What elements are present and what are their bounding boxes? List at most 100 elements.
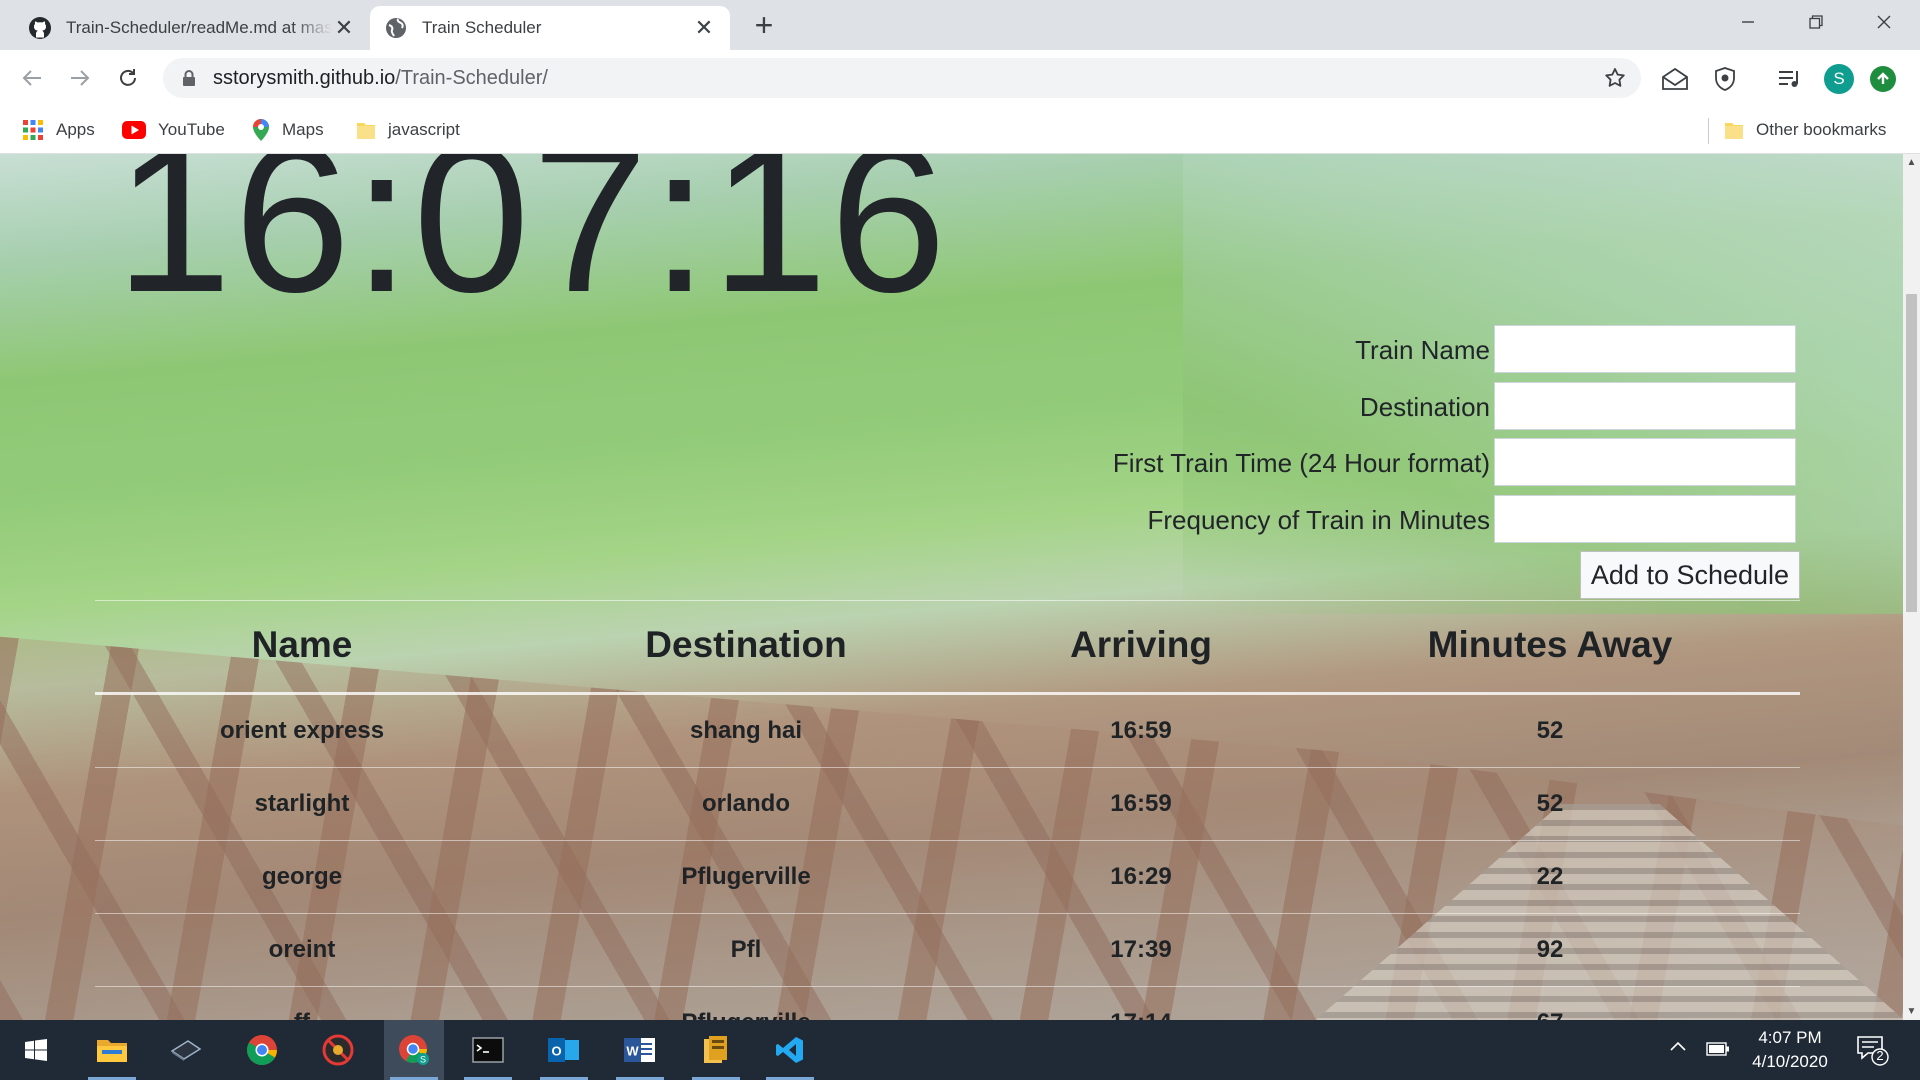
destination-input[interactable] <box>1494 382 1796 430</box>
new-tab-button[interactable]: + <box>748 9 780 42</box>
forward-arrow-icon[interactable] <box>62 60 98 96</box>
scrollbar-thumb[interactable] <box>1906 294 1917 612</box>
bookmark-apps[interactable]: Apps <box>22 116 95 144</box>
table-row: …ff… Pflugerville 17:14 67 <box>95 987 1800 1020</box>
cell-arriving: 16:29 <box>1110 863 1172 890</box>
cell-arriving: 17:39 <box>1110 936 1172 963</box>
svg-text:W: W <box>626 1044 639 1059</box>
cell-minutes-away: 52 <box>1536 717 1564 744</box>
frequency-row: Frequency of Train in Minutes <box>1000 495 1800 543</box>
reload-icon[interactable] <box>110 60 146 96</box>
column-header-arriving: Arriving <box>1070 624 1212 665</box>
cell-minutes-away: 22 <box>1536 863 1564 890</box>
url-host: sstorysmith.github.io <box>213 67 396 89</box>
cell-destination: Pflugerville <box>681 863 811 890</box>
chrome-profile-icon[interactable]: S <box>384 1020 444 1080</box>
vscode-icon[interactable] <box>760 1020 820 1080</box>
tab-train-scheduler[interactable]: Train Scheduler ✕ <box>370 6 730 50</box>
tab-github-readme[interactable]: Train-Scheduler/readMe.md at master ✕ <box>14 6 370 50</box>
bookmarks-bar: Apps YouTube Maps javascript Other bookm… <box>0 106 1920 154</box>
folder-icon <box>1724 120 1744 140</box>
chrome-icon[interactable] <box>232 1020 292 1080</box>
train-name-label: Train Name <box>1355 335 1490 365</box>
media-queue-icon[interactable] <box>1775 64 1805 94</box>
action-center-icon[interactable]: 2 <box>1856 1034 1890 1071</box>
browser-toolbar: sstorysmith.github.io/Train-Scheduler/ S <box>0 50 1920 106</box>
windows-start-icon[interactable] <box>6 1020 66 1080</box>
mail-extension-icon[interactable] <box>1660 64 1690 94</box>
table-row: starlight orlando 16:59 52 <box>95 768 1800 841</box>
profile-avatar[interactable]: S <box>1824 64 1854 94</box>
frequency-input[interactable] <box>1494 495 1796 543</box>
train-name-input[interactable] <box>1494 325 1796 373</box>
cell-arriving: 17:14 <box>1110 1009 1171 1020</box>
table-row: orient express shang hai 16:59 52 <box>95 695 1800 768</box>
close-window-icon[interactable] <box>1850 0 1918 44</box>
back-arrow-icon[interactable] <box>14 60 50 96</box>
bookmark-youtube[interactable]: YouTube <box>122 116 225 144</box>
battery-icon[interactable] <box>1706 1042 1730 1061</box>
globe-icon <box>384 16 408 40</box>
github-icon <box>28 16 52 40</box>
file-explorer-icon[interactable] <box>82 1020 142 1080</box>
cell-minutes-away: 92 <box>1536 936 1564 963</box>
cell-name: …ff… <box>270 1009 334 1020</box>
page-viewport: 16:07:16 Train Name Destination First Tr… <box>0 154 1903 1020</box>
cell-name: oreint <box>268 936 336 963</box>
first-train-time-label: First Train Time (24 Hour format) <box>1112 448 1490 478</box>
cell-minutes-away: 52 <box>1536 790 1564 817</box>
frequency-label: Frequency of Train in Minutes <box>1147 505 1491 535</box>
svg-text:O: O <box>551 1044 561 1059</box>
archive-app-icon[interactable] <box>686 1020 746 1080</box>
taskbar-clock[interactable]: 4:07 PM 4/10/2020 <box>1735 1026 1845 1074</box>
minimize-icon[interactable] <box>1714 0 1782 44</box>
destination-row: Destination <box>1000 382 1800 430</box>
table-top-border <box>95 600 1800 601</box>
tab-strip: Train-Scheduler/readMe.md at master ✕ Tr… <box>0 0 1920 50</box>
tab-close-icon[interactable]: ✕ <box>332 15 356 40</box>
tab-title: Train Scheduler <box>422 18 542 37</box>
tab-title: Train-Scheduler/readMe.md at master <box>66 18 332 37</box>
blocked-app-icon[interactable] <box>308 1020 368 1080</box>
apps-grid-icon <box>22 119 44 141</box>
column-header-minutes-away: Minutes Away <box>1427 624 1673 665</box>
first-train-time-input[interactable] <box>1494 438 1796 486</box>
page-scrollbar[interactable]: ▲ ▼ <box>1903 154 1920 1020</box>
update-arrow-icon[interactable] <box>1870 66 1896 92</box>
address-bar[interactable]: sstorysmith.github.io/Train-Scheduler/ <box>163 58 1641 98</box>
terminal-icon[interactable] <box>458 1020 518 1080</box>
cell-destination: orlando <box>702 790 790 817</box>
column-header-destination: Destination <box>645 624 847 665</box>
lock-icon[interactable] <box>181 69 197 92</box>
outlook-icon[interactable]: O <box>534 1020 594 1080</box>
scroll-up-icon[interactable]: ▲ <box>1903 154 1920 171</box>
taskbar-date: 4/10/2020 <box>1752 1052 1828 1071</box>
bookmark-maps[interactable]: Maps <box>252 116 324 144</box>
restore-icon[interactable] <box>1782 0 1850 44</box>
bookmark-star-icon[interactable] <box>1603 66 1627 95</box>
tab-close-icon[interactable]: ✕ <box>692 15 716 40</box>
word-icon[interactable]: W <box>610 1020 670 1080</box>
destination-label: Destination <box>1359 392 1490 422</box>
cell-destination: Pflugerville <box>681 1009 810 1020</box>
shield-extension-icon[interactable] <box>1710 64 1740 94</box>
other-bookmarks-folder[interactable]: Other bookmarks <box>1724 116 1886 144</box>
cell-name: starlight <box>254 790 350 817</box>
cell-arriving: 16:59 <box>1110 790 1172 817</box>
cell-minutes-away: 67 <box>1537 1009 1564 1020</box>
bookmark-javascript-folder[interactable]: javascript <box>356 116 460 144</box>
tablet-app-icon[interactable] <box>156 1020 216 1080</box>
cell-arriving: 16:59 <box>1110 717 1172 744</box>
cell-destination: shang hai <box>689 717 803 744</box>
maps-pin-icon <box>252 118 270 142</box>
svg-text:S: S <box>420 1055 426 1065</box>
table-row: oreint Pfl 17:39 92 <box>95 914 1800 987</box>
bookmark-label: YouTube <box>158 120 225 139</box>
show-hidden-icons-chevron-icon[interactable] <box>1668 1038 1688 1059</box>
first-train-time-row: First Train Time (24 Hour format) <box>1000 438 1800 486</box>
column-header-name: Name <box>251 624 353 665</box>
cell-destination: Pfl <box>730 936 762 963</box>
bookmarks-separator <box>1708 118 1709 144</box>
scroll-down-icon[interactable]: ▼ <box>1903 1003 1920 1020</box>
add-to-schedule-button[interactable]: Add to Schedule <box>1580 551 1800 599</box>
